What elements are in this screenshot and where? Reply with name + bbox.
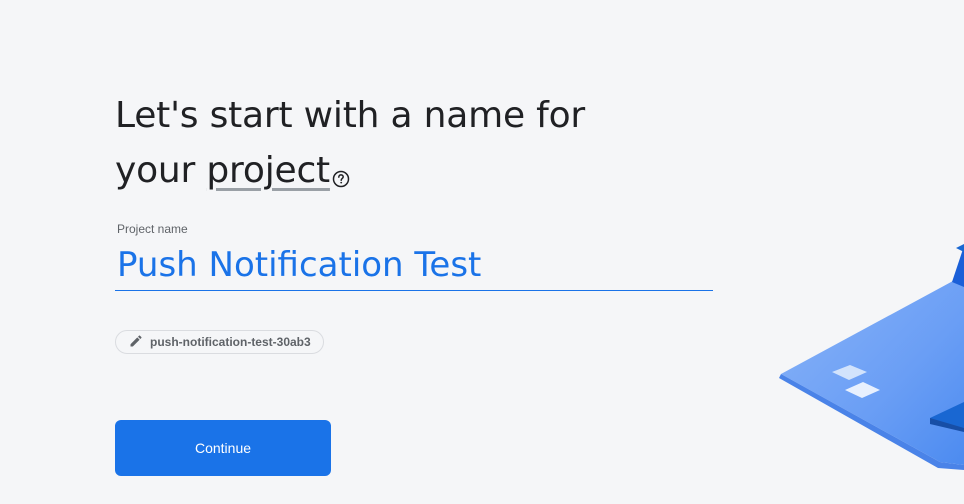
continue-button[interactable]: Continue <box>115 420 331 476</box>
project-illustration <box>770 230 964 499</box>
project-name-input[interactable] <box>115 240 713 291</box>
project-term-link[interactable]: project <box>206 150 330 191</box>
project-id-chip[interactable]: push-notification-test-30ab3 <box>115 330 324 354</box>
project-name-label: Project name <box>117 222 188 236</box>
page-title: Let's start with a name for your project <box>115 88 635 198</box>
title-line-2-prefix: your <box>115 150 207 191</box>
project-id-text: push-notification-test-30ab3 <box>150 335 311 349</box>
help-circle-icon[interactable] <box>332 149 350 188</box>
pencil-icon <box>128 333 144 352</box>
title-line-1: Let's start with a name for <box>115 95 586 136</box>
